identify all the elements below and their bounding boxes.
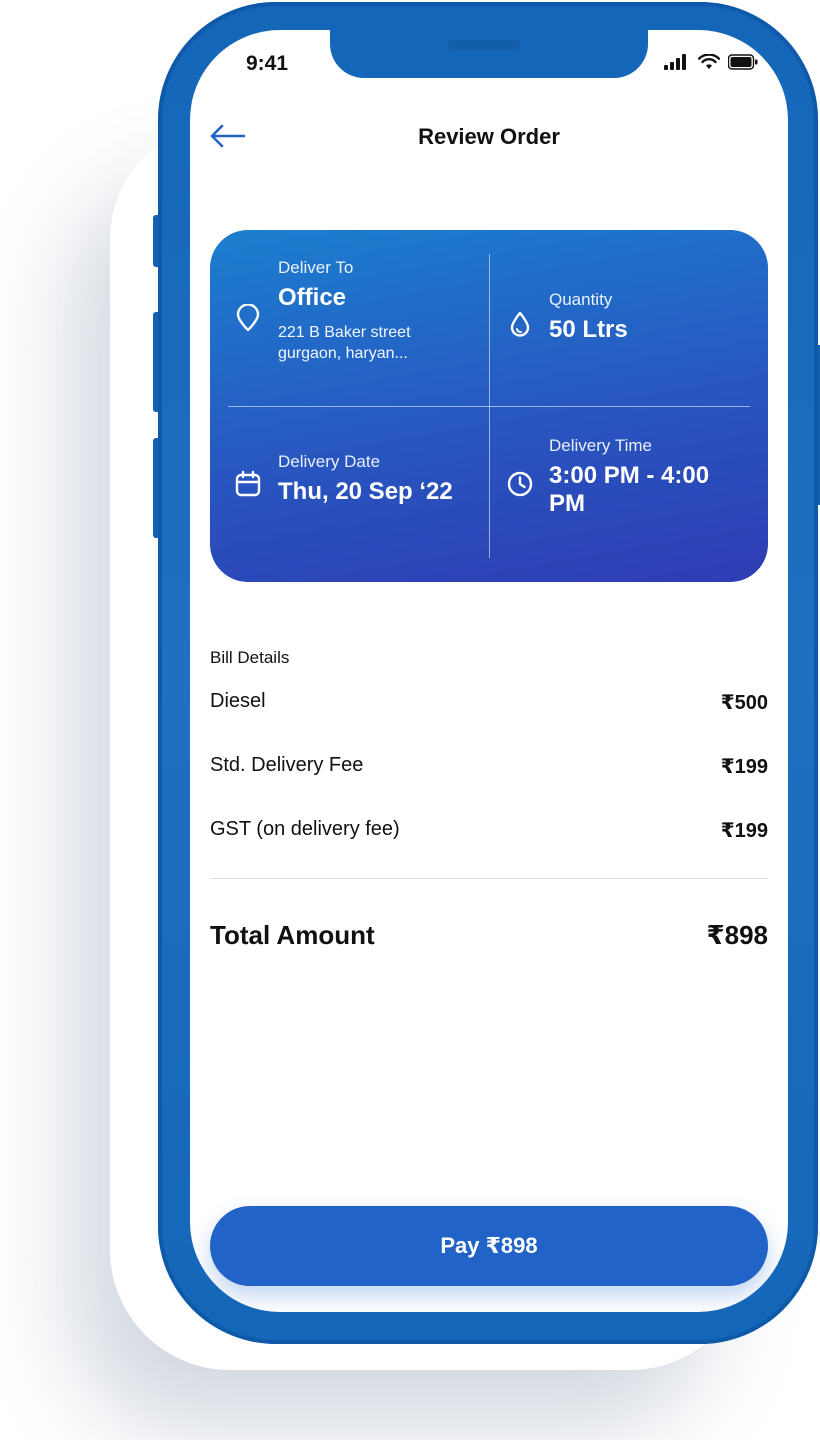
bill-item-label: GST (on delivery fee) (210, 818, 400, 840)
location-pin-icon (234, 304, 262, 332)
signal-icon (664, 54, 686, 70)
notch (330, 30, 648, 78)
phone-screen: 9:41 Review Order Deliver To Office 221 … (190, 30, 788, 1312)
quantity-value: 50 Ltrs (549, 316, 628, 343)
wifi-icon (698, 54, 720, 69)
delivery-date-cell[interactable]: Delivery Date Thu, 20 Sep ‘22 (278, 452, 453, 506)
card-horizontal-divider (228, 406, 750, 407)
order-summary-card: Deliver To Office 221 B Baker street gur… (210, 230, 768, 582)
header: Review Order (190, 112, 788, 162)
bill-item-label: Std. Delivery Fee (210, 754, 364, 776)
deliver-to-value: Office (278, 284, 347, 311)
quantity-label: Quantity (549, 290, 613, 309)
address-line-1: 221 B Baker street (278, 323, 411, 341)
bill-item-label: Diesel (210, 690, 266, 712)
deliver-to-address: 221 B Baker street gurgaon, haryan... (278, 322, 411, 365)
bill-row-delivery-fee: Std. Delivery Fee ₹199 (210, 754, 768, 779)
calendar-icon (234, 470, 262, 498)
deliver-to-label: Deliver To (278, 258, 354, 277)
delivery-date-label: Delivery Date (278, 452, 381, 471)
total-label: Total Amount (210, 920, 375, 950)
delivery-time-value: 3:00 PM - 4:00 PM (549, 462, 709, 517)
pay-button[interactable]: Pay ₹898 (210, 1206, 768, 1286)
page-title: Review Order (418, 124, 560, 149)
address-line-2: gurgaon, haryan... (278, 345, 408, 363)
fuel-drop-icon (506, 310, 534, 338)
delivery-time-line-1: 3:00 PM - 4:00 (549, 462, 710, 489)
bill-total-row: Total Amount ₹898 (210, 920, 768, 951)
bill-item-amount: ₹199 (720, 820, 768, 842)
bill-details-title: Bill Details (210, 648, 290, 667)
bill-details: Bill Details Diesel ₹500 Std. Delivery F… (210, 648, 768, 950)
delivery-time-label: Delivery Time (549, 436, 652, 455)
bill-divider (210, 878, 768, 879)
delivery-date-value: Thu, 20 Sep ‘22 (278, 478, 453, 505)
delivery-time-line-2: PM (549, 489, 585, 517)
deliver-to-cell[interactable]: Deliver To Office 221 B Baker street gur… (278, 258, 411, 365)
bill-row-diesel: Diesel ₹500 (210, 690, 768, 715)
clock-icon (506, 470, 534, 498)
status-icons (664, 54, 758, 70)
bill-item-amount: ₹500 (720, 692, 768, 714)
quantity-cell[interactable]: Quantity 50 Ltrs (549, 290, 628, 344)
total-amount: ₹898 (706, 920, 768, 950)
bill-item-amount: ₹199 (720, 756, 768, 778)
delivery-time-cell[interactable]: Delivery Time 3:00 PM - 4:00 PM (549, 436, 709, 517)
battery-icon (728, 54, 758, 70)
bill-row-gst: GST (on delivery fee) ₹199 (210, 818, 768, 843)
status-time: 9:41 (246, 52, 289, 75)
